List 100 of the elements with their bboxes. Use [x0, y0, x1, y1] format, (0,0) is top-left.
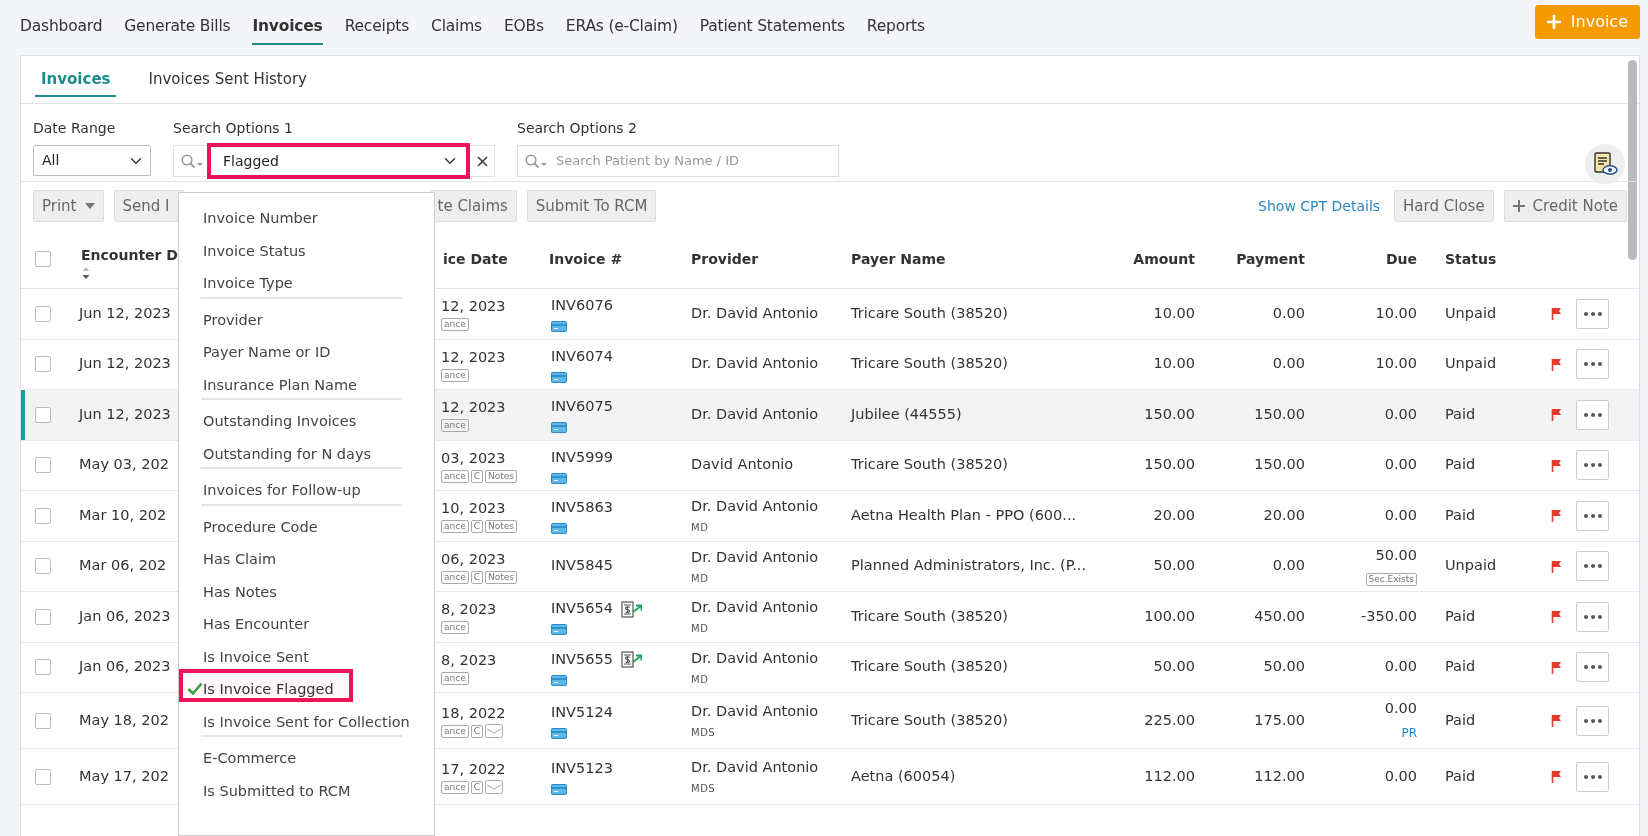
- pr-link[interactable]: PR: [1401, 723, 1417, 742]
- more-button[interactable]: [1576, 761, 1609, 792]
- flag-icon[interactable]: [1551, 610, 1562, 624]
- table-cell: Paid: [1445, 658, 1476, 675]
- more-button[interactable]: [1576, 705, 1609, 736]
- toolbar-button[interactable]: Print: [33, 190, 104, 222]
- nav-tab[interactable]: Claims: [431, 5, 482, 45]
- sub-tab[interactable]: Invoices Sent History: [142, 62, 313, 97]
- sort-icon[interactable]: [81, 266, 91, 280]
- tag: Sec.Exists: [1365, 572, 1417, 586]
- nav-tab[interactable]: Reports: [866, 5, 925, 45]
- menu-item[interactable]: Payer Name or ID: [179, 332, 434, 365]
- row-checkbox[interactable]: [35, 608, 51, 625]
- menu-item[interactable]: Is Invoice Flagged: [179, 669, 353, 702]
- menu-item[interactable]: Is Invoice Sent: [179, 636, 434, 669]
- table-cell: Tricare South (38520): [851, 658, 1008, 675]
- toolbar-button[interactable]: te Claims: [429, 190, 517, 222]
- menu-item[interactable]: Invoice Status: [179, 230, 434, 263]
- menu-item[interactable]: Is Invoice Sent for Collection: [179, 701, 434, 734]
- nav-tab[interactable]: Generate Bills: [124, 5, 231, 45]
- table-cell: 0.00: [1384, 405, 1417, 422]
- search-icon[interactable]: [181, 153, 203, 169]
- flag-icon[interactable]: [1551, 770, 1562, 783]
- row-checkbox[interactable]: [35, 406, 51, 423]
- table-cell-text: 50.00: [1374, 545, 1417, 565]
- select-all-checkbox[interactable]: [35, 251, 51, 267]
- nav-tab[interactable]: EOBs: [503, 5, 544, 45]
- menu-item[interactable]: Outstanding Invoices: [179, 401, 434, 434]
- search-box[interactable]: Search Patient by Name / ID: [517, 145, 839, 177]
- more-button[interactable]: [1576, 349, 1609, 380]
- flag-icon[interactable]: [1551, 660, 1562, 674]
- more-button[interactable]: [1576, 450, 1609, 481]
- menu-item[interactable]: Provider: [179, 299, 434, 332]
- flag-icon[interactable]: [1551, 559, 1562, 573]
- close-icon[interactable]: [476, 155, 488, 167]
- nav-tab[interactable]: ERAs (e-Claim): [565, 5, 678, 45]
- menu-item[interactable]: Has Notes: [179, 571, 434, 604]
- menu-item[interactable]: Insurance Plan Name: [179, 364, 434, 397]
- plus-icon: [1512, 200, 1525, 212]
- more-button[interactable]: [1576, 298, 1609, 329]
- more-button[interactable]: [1576, 500, 1609, 531]
- row-checkbox[interactable]: [35, 305, 51, 322]
- flag-icon[interactable]: [1551, 714, 1562, 727]
- table-cell-text: 8, 2023: [441, 650, 498, 670]
- menu-item[interactable]: Is Submitted to RCM: [179, 770, 434, 803]
- table-cell: Dr. David Antonio: [691, 355, 819, 372]
- table-cell: -350.00: [1361, 607, 1417, 624]
- nav-tab[interactable]: Dashboard: [20, 5, 103, 45]
- table-cell-text: 8, 2023: [441, 600, 498, 620]
- flag-icon[interactable]: [1551, 307, 1562, 321]
- table-cell-text: 12, 2023: [441, 347, 507, 367]
- table-cell-text: INV6076: [551, 296, 613, 316]
- more-button[interactable]: [1576, 399, 1609, 430]
- tag: C: [470, 570, 483, 584]
- menu-item[interactable]: Has Encounter: [179, 604, 434, 637]
- flag-icon[interactable]: [1551, 408, 1562, 422]
- nav-tab[interactable]: Patient Statements: [699, 5, 845, 45]
- table-cell: 0.00: [1272, 355, 1305, 372]
- table-cell: Jun 12, 2023: [79, 405, 171, 422]
- table-cell: Tricare South (38520): [851, 711, 1008, 728]
- nav-tab[interactable]: Invoices: [252, 5, 323, 45]
- row-checkbox[interactable]: [35, 558, 51, 575]
- sub-tab[interactable]: Invoices: [35, 62, 117, 97]
- nav-tab[interactable]: Receipts: [344, 5, 410, 45]
- row-checkbox[interactable]: [35, 507, 51, 524]
- toolbar-button[interactable]: Hard Close: [1394, 190, 1494, 222]
- table-cell: Paid: [1445, 607, 1476, 624]
- row-checkbox[interactable]: [35, 457, 51, 474]
- menu-item[interactable]: Invoice Type: [179, 263, 434, 296]
- date-range-select[interactable]: All: [33, 145, 151, 176]
- more-button[interactable]: [1576, 652, 1609, 683]
- table-cell: Paid: [1445, 767, 1476, 784]
- row-checkbox[interactable]: [35, 768, 51, 785]
- document-eye-icon[interactable]: [1592, 151, 1618, 177]
- row-checkbox[interactable]: [35, 712, 51, 729]
- toolbar-button[interactable]: Submit To RCM: [526, 190, 657, 222]
- toolbar-button[interactable]: Send I: [113, 190, 184, 222]
- table-cell-text: Dr. David Antonio: [691, 758, 820, 778]
- table-cell: Mar 10, 202: [79, 506, 167, 523]
- menu-item[interactable]: Has Claim: [179, 539, 434, 572]
- table-cell-text: MD: [691, 571, 710, 586]
- flag-icon[interactable]: [1551, 509, 1562, 523]
- menu-item[interactable]: Procedure Code: [179, 506, 434, 539]
- cpt-details-link[interactable]: Show CPT Details: [1258, 195, 1381, 217]
- row-checkbox[interactable]: [35, 659, 51, 676]
- menu-item[interactable]: Outstanding for N days: [179, 433, 434, 466]
- menu-item[interactable]: E-Commerce: [179, 738, 434, 771]
- table-cell: Jan 06, 2023: [79, 658, 171, 675]
- scrollbar[interactable]: [1628, 60, 1637, 260]
- flag-icon[interactable]: [1551, 357, 1562, 371]
- table-cell-text: 03, 2023: [441, 448, 507, 468]
- toolbar-button[interactable]: Credit Note: [1503, 190, 1627, 222]
- table-cell: Planned Administrators, Inc. (P...: [851, 557, 1087, 574]
- search-option-select[interactable]: Flagged: [207, 143, 470, 179]
- more-button[interactable]: [1576, 551, 1609, 582]
- search-icon[interactable]: [525, 153, 547, 169]
- flag-icon[interactable]: [1551, 458, 1562, 472]
- more-button[interactable]: [1576, 601, 1609, 632]
- row-checkbox[interactable]: [35, 356, 51, 373]
- menu-item[interactable]: Invoices for Follow-up: [179, 470, 434, 503]
